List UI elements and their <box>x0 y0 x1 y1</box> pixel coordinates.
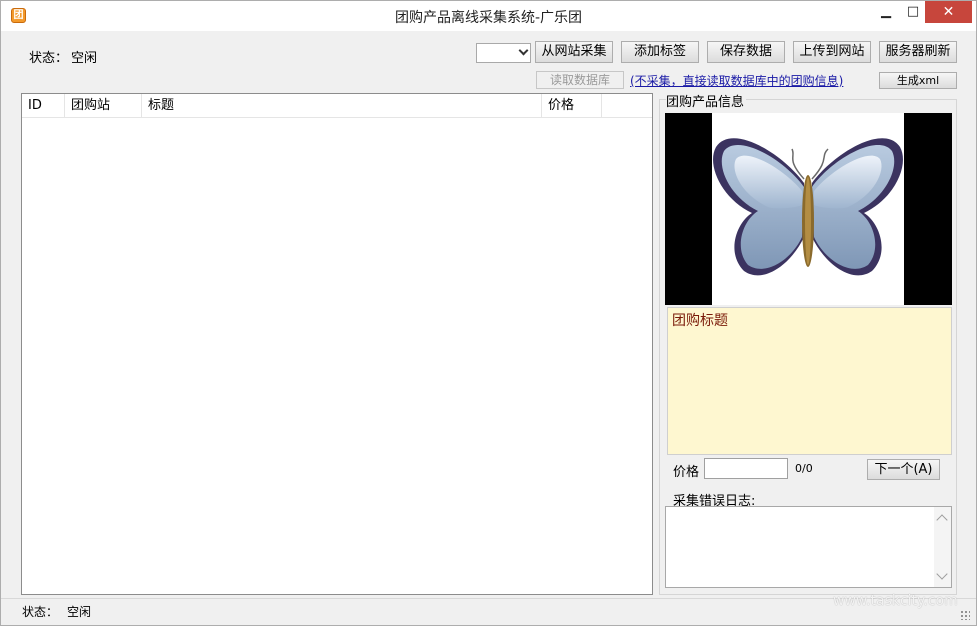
add-tag-button[interactable]: 添加标签 <box>621 41 699 63</box>
collect-from-site-button[interactable]: 从网站采集 <box>535 41 613 63</box>
status-bar: 状态： 空闲 <box>1 598 976 625</box>
status-bar-value: 空闲 <box>67 605 92 619</box>
resize-grip-icon[interactable] <box>960 610 970 620</box>
generate-xml-button[interactable]: 生成xml <box>879 72 957 89</box>
error-log-textarea[interactable] <box>665 506 952 588</box>
list-header: ID 团购站 标题 价格 <box>22 94 652 118</box>
app-window: 团 团购产品离线采集系统-广乐团 ▁ □ ✕ 状态： 空闲 从网站采集 添加标签… <box>0 0 977 626</box>
column-header-title[interactable]: 标题 <box>142 94 542 118</box>
top-status-label: 状态： <box>29 51 69 66</box>
maximize-button[interactable]: □ <box>898 1 928 23</box>
butterfly-illustration <box>713 138 903 276</box>
next-item-button[interactable]: 下一个(A) <box>867 459 940 480</box>
minimize-button[interactable]: ▁ <box>871 1 901 23</box>
watermark-text: www.taskcity.com <box>833 593 958 609</box>
close-button[interactable]: ✕ <box>925 1 972 23</box>
source-site-select[interactable] <box>476 43 531 63</box>
read-database-note-link[interactable]: (不采集，直接读取数据库中的团购信息) <box>630 72 843 89</box>
chevron-down-icon <box>518 45 529 56</box>
item-counter: 0/0 <box>795 462 813 475</box>
column-header-id[interactable]: ID <box>22 94 65 118</box>
save-data-button[interactable]: 保存数据 <box>707 41 785 63</box>
read-database-button[interactable]: 读取数据库 <box>536 71 624 89</box>
scroll-down-icon[interactable] <box>936 568 948 580</box>
column-header-price[interactable]: 价格 <box>542 94 602 118</box>
window-title: 团购产品离线采集系统-广乐团 <box>394 10 583 26</box>
product-image <box>665 113 952 305</box>
title-bar: 团 团购产品离线采集系统-广乐团 ▁ □ ✕ <box>1 1 976 31</box>
price-input[interactable] <box>704 458 788 479</box>
server-refresh-button[interactable]: 服务器刷新 <box>879 41 957 63</box>
upload-to-site-button[interactable]: 上传到网站 <box>793 41 871 63</box>
butterfly-image <box>712 113 904 305</box>
product-title-placeholder: 团购标题 <box>672 313 728 329</box>
status-bar-label: 状态： <box>22 605 59 619</box>
top-status-value: 空闲 <box>71 51 98 66</box>
product-title-box[interactable]: 团购标题 <box>667 307 952 455</box>
product-list[interactable]: ID 团购站 标题 价格 <box>21 93 653 595</box>
product-info-group-title: 团购产品信息 <box>666 91 747 110</box>
scroll-up-icon[interactable] <box>936 514 948 526</box>
column-header-site[interactable]: 团购站 <box>65 94 142 118</box>
price-label: 价格 <box>673 465 700 480</box>
error-log-scrollbar[interactable] <box>934 507 951 587</box>
